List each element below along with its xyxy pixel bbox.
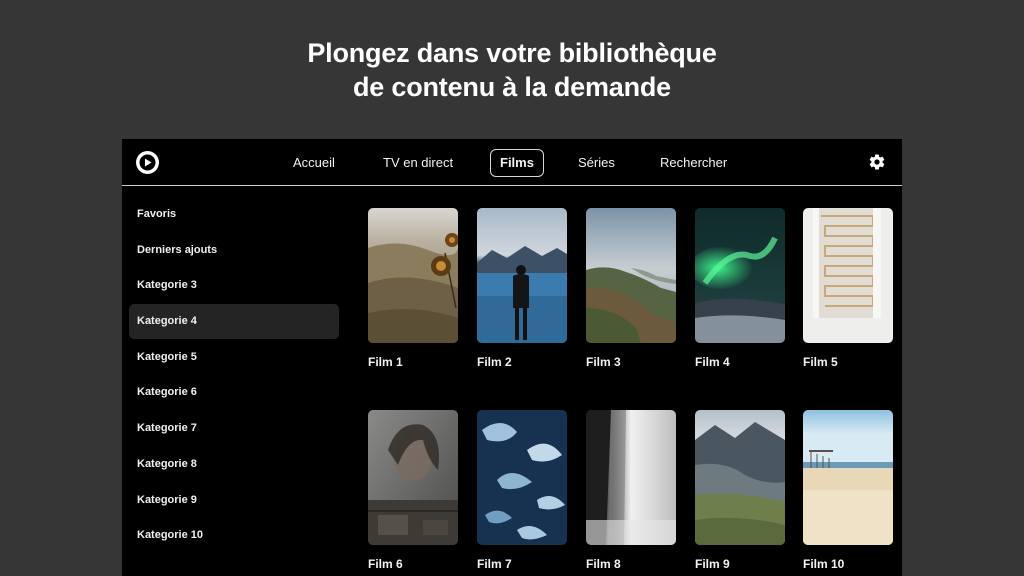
sidebar-item-kategorie-10[interactable]: Kategorie 10	[129, 518, 339, 553]
film-1-poster	[368, 208, 458, 343]
main-nav: Accueil TV en direct Films Séries Recher…	[122, 139, 902, 186]
film-card-7[interactable]: Film 7	[477, 410, 567, 571]
film-8-title: Film 8	[586, 557, 621, 571]
film-3-poster	[586, 208, 676, 343]
film-5-title: Film 5	[803, 355, 838, 369]
sidebar-item-kategorie-6[interactable]: Kategorie 6	[129, 375, 339, 410]
film-card-5[interactable]: Film 5	[803, 208, 893, 369]
film-card-2[interactable]: Film 2	[477, 208, 567, 369]
film-9-title: Film 9	[695, 557, 730, 571]
film-8-poster	[586, 410, 676, 545]
film-2-poster	[477, 208, 567, 343]
film-2-title: Film 2	[477, 355, 512, 369]
film-card-1[interactable]: Film 1	[368, 208, 458, 369]
film-card-6[interactable]: Film 6	[368, 410, 458, 571]
headline-line-2: de contenu à la demande	[353, 72, 671, 102]
film-4-poster	[695, 208, 785, 343]
nav-accueil[interactable]: Accueil	[283, 149, 345, 177]
nav-series[interactable]: Séries	[568, 149, 625, 177]
gear-icon[interactable]	[868, 153, 886, 171]
nav-films[interactable]: Films	[490, 149, 544, 177]
sidebar-item-favoris[interactable]: Favoris	[129, 197, 339, 232]
sidebar-item-kategorie-3[interactable]: Kategorie 3	[129, 268, 339, 303]
film-10-poster	[803, 410, 893, 545]
film-7-poster	[477, 410, 567, 545]
sidebar-item-kategorie-8[interactable]: Kategorie 8	[129, 447, 339, 482]
sidebar-item-kategorie-4[interactable]: Kategorie 4	[129, 304, 339, 339]
sidebar-item-derniers-ajouts[interactable]: Derniers ajouts	[129, 233, 339, 268]
film-4-title: Film 4	[695, 355, 730, 369]
nav-rechercher[interactable]: Rechercher	[650, 149, 737, 177]
film-6-poster	[368, 410, 458, 545]
headline-line-1: Plongez dans votre bibliothèque	[307, 38, 717, 68]
film-3-title: Film 3	[586, 355, 621, 369]
film-card-10[interactable]: Film 10	[803, 410, 893, 571]
sidebar-item-kategorie-9[interactable]: Kategorie 9	[129, 483, 339, 518]
film-card-8[interactable]: Film 8	[586, 410, 676, 571]
sidebar-item-kategorie-7[interactable]: Kategorie 7	[129, 411, 339, 446]
top-navigation-bar: Accueil TV en direct Films Séries Recher…	[122, 139, 902, 186]
film-1-title: Film 1	[368, 355, 403, 369]
tv-app-window: Accueil TV en direct Films Séries Recher…	[122, 139, 902, 576]
film-card-4[interactable]: Film 4	[695, 208, 785, 369]
film-9-poster	[695, 410, 785, 545]
film-6-title: Film 6	[368, 557, 403, 571]
film-card-3[interactable]: Film 3	[586, 208, 676, 369]
film-7-title: Film 7	[477, 557, 512, 571]
film-card-9[interactable]: Film 9	[695, 410, 785, 571]
nav-tv-en-direct[interactable]: TV en direct	[373, 149, 463, 177]
film-5-poster	[803, 208, 893, 343]
sidebar-item-kategorie-5[interactable]: Kategorie 5	[129, 340, 339, 375]
headline: Plongez dans votre bibliothèque de conte…	[0, 36, 1024, 104]
film-10-title: Film 10	[803, 557, 845, 571]
